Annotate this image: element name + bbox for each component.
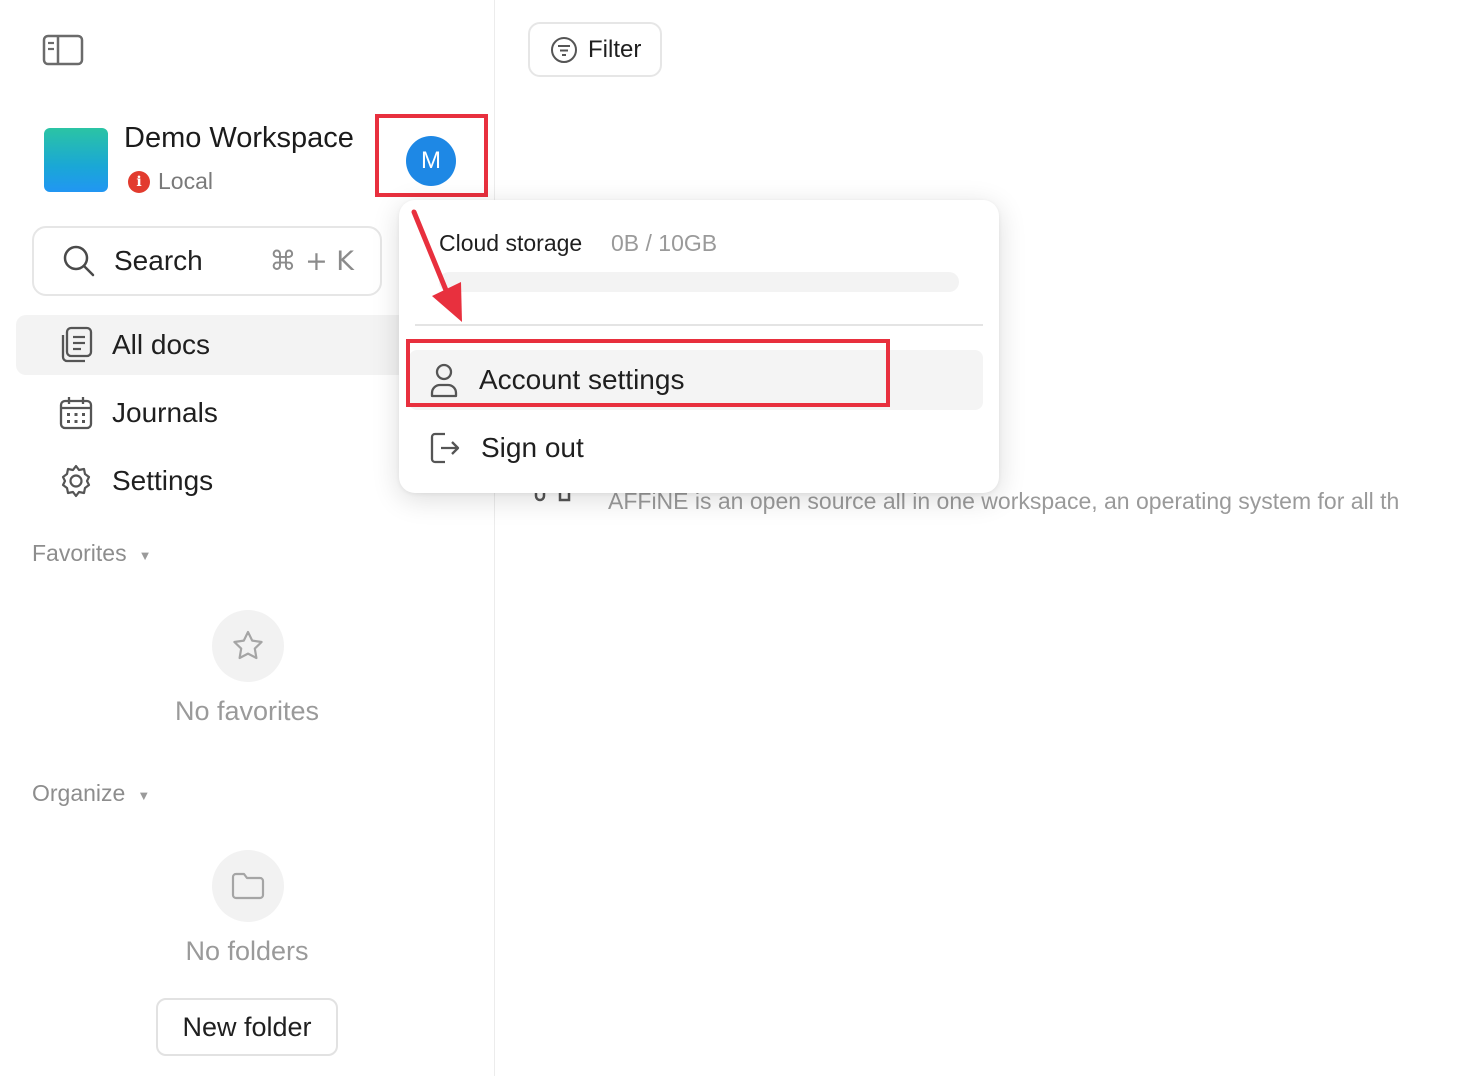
search-icon — [63, 245, 95, 277]
docs-icon — [61, 326, 93, 363]
sign-out-label: Sign out — [481, 432, 584, 463]
sidebar-item-label: Settings — [112, 465, 214, 496]
favorites-header-label: Favorites — [32, 540, 127, 566]
menu-divider — [415, 324, 983, 326]
sidebar-item-settings[interactable]: Settings — [16, 451, 416, 511]
workspace-avatar[interactable] — [44, 128, 108, 192]
filter-button[interactable]: Filter — [528, 22, 662, 77]
info-icon: i — [128, 170, 150, 193]
filter-label: Filter — [588, 35, 642, 63]
highlight-box-account-settings — [406, 339, 890, 407]
sidebar-toggle-icon — [42, 34, 84, 66]
filter-icon — [551, 36, 577, 63]
highlight-box-avatar — [375, 114, 488, 197]
cloud-storage-value: 0B / 10GB — [611, 230, 718, 256]
folder-icon — [231, 872, 265, 900]
search-button[interactable]: Search ⌘ + K — [32, 226, 382, 296]
search-shortcut: ⌘ + K — [269, 245, 355, 277]
sidebar-item-all-docs[interactable]: All docs — [16, 315, 416, 375]
no-favorites-text: No favorites — [174, 696, 320, 726]
caret-down-icon: ▼ — [137, 788, 151, 803]
sidebar-toggle-button[interactable] — [40, 30, 86, 70]
organize-header[interactable]: Organize ▼ — [32, 780, 150, 807]
folder-icon-circle — [212, 850, 284, 922]
star-icon — [233, 630, 263, 660]
calendar-icon — [59, 397, 93, 430]
star-icon-circle — [212, 610, 284, 682]
workspace-status-label: Local — [158, 168, 213, 194]
sign-out-icon — [430, 432, 460, 464]
new-folder-button[interactable]: New folder — [156, 998, 338, 1056]
caret-down-icon: ▼ — [138, 548, 152, 563]
workspace-name[interactable]: Demo Workspace — [124, 122, 354, 155]
organize-header-label: Organize — [32, 780, 126, 806]
workspace-status: i Local — [128, 168, 213, 195]
sidebar-item-label: All docs — [112, 329, 211, 360]
sign-out-menu-item[interactable]: Sign out — [409, 418, 983, 478]
sidebar-item-label: Journals — [112, 397, 218, 428]
sidebar-item-journals[interactable]: Journals — [16, 383, 416, 443]
favorites-header[interactable]: Favorites ▼ — [32, 540, 151, 567]
cloud-storage-progress — [439, 272, 959, 292]
annotation-arrow — [411, 209, 462, 322]
search-label: Search — [114, 245, 203, 276]
no-folders-text: No folders — [185, 936, 309, 966]
gear-icon — [61, 464, 91, 498]
